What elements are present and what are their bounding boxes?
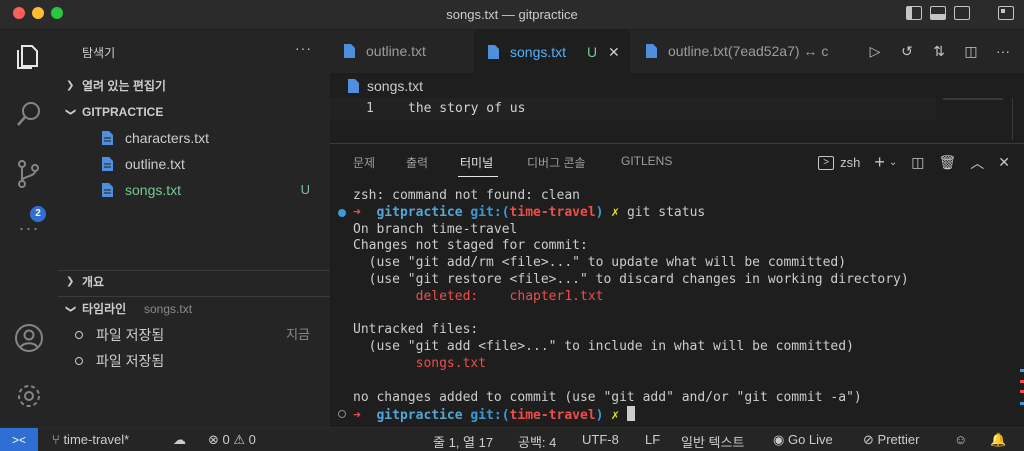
tab-debug-console[interactable]: 디버그 콘솔 <box>527 154 586 171</box>
search-icon[interactable] <box>13 98 45 130</box>
terminal-cursor <box>626 406 635 422</box>
timeline-dot-icon <box>75 331 83 339</box>
account-icon[interactable] <box>13 322 45 354</box>
prettier-icon: ⊘ <box>863 432 874 447</box>
more-actions-icon[interactable]: ··· <box>994 42 1012 60</box>
file-item-characters[interactable]: characters.txt <box>58 125 330 151</box>
title-bar: songs.txt — gitpractice <box>0 0 1024 30</box>
toggle-sidebar-icon[interactable] <box>906 6 922 20</box>
scrollbar-marker <box>1020 380 1024 383</box>
sync-icon[interactable]: ☁ <box>173 432 186 448</box>
shell-name[interactable]: zsh <box>840 155 860 170</box>
maximize-panel-icon[interactable]: ︿ <box>970 153 984 173</box>
more-actions-icon[interactable]: ··· <box>295 40 312 56</box>
go-live-button[interactable]: ◉ Go Live <box>773 432 833 448</box>
timeline-history-icon[interactable]: ↺ <box>898 42 916 60</box>
scrollbar-marker <box>1020 369 1024 372</box>
chevron-down-icon: ❯ <box>65 304 77 314</box>
file-icon <box>646 44 657 58</box>
command-decoration-icon[interactable] <box>338 209 346 217</box>
tab-output[interactable]: 출력 <box>406 154 428 171</box>
scrollbar-marker <box>1020 390 1024 393</box>
source-control-icon[interactable] <box>13 158 45 190</box>
tab-gitlens[interactable]: GITLENS <box>621 154 672 168</box>
close-panel-icon[interactable]: ✕ <box>998 154 1010 171</box>
editor-tabs: outline.txt songs.txt U ✕ outline.txt(7e… <box>330 30 1024 73</box>
timeline-entry[interactable]: 파일 저장됨 <box>58 349 330 373</box>
problems-status[interactable]: ⊗ 0 ⚠ 0 <box>208 432 256 448</box>
file-icon <box>348 79 359 93</box>
tab-outline[interactable]: outline.txt <box>330 30 470 73</box>
trash-icon[interactable]: 🗑 <box>938 154 956 171</box>
project-section[interactable]: ❯ GITPRACTICE <box>58 100 330 124</box>
untracked-status: U <box>300 182 310 197</box>
timeline-dot-icon <box>75 357 83 365</box>
feedback-icon[interactable]: ☺ <box>954 432 967 447</box>
prettier-button[interactable]: ⊘ Prettier <box>863 432 919 448</box>
timeline-entry[interactable]: 파일 저장됨 지금 <box>58 323 330 347</box>
prompt-line: ➜ gitpractice git:(time-travel) ✗ git st… <box>353 204 706 220</box>
file-icon <box>102 131 113 145</box>
line-number: 1 <box>366 101 374 116</box>
eol-status[interactable]: LF <box>645 432 660 447</box>
tab-outline-diff[interactable]: outline.txt(7ead52a7) ↔ c <box>632 30 862 73</box>
new-terminal-icon[interactable]: + <box>874 152 885 173</box>
timeline-section[interactable]: ❯ 타임라인 songs.txt <box>58 297 330 321</box>
bell-icon[interactable]: 🔔 <box>990 432 1006 448</box>
terminal-icon[interactable]: > <box>818 155 835 170</box>
encoding-status[interactable]: UTF-8 <box>582 432 619 447</box>
prompt-line: ➜ gitpractice git:(time-travel) ✗ <box>353 406 635 425</box>
file-item-outline[interactable]: outline.txt <box>58 151 330 177</box>
cursor-position[interactable]: 줄 1, 열 17 <box>433 432 493 451</box>
file-icon <box>102 183 113 197</box>
timeline-file: songs.txt <box>144 302 193 316</box>
more-icon[interactable]: ··· <box>13 218 45 250</box>
tab-problems[interactable]: 문제 <box>353 154 375 171</box>
explorer-title: 탐색기 <box>82 46 116 60</box>
run-icon[interactable]: ▷ <box>866 42 884 60</box>
breadcrumb[interactable]: songs.txt <box>348 78 423 94</box>
file-item-songs[interactable]: songs.txt U <box>58 177 330 203</box>
scrollbar-marker <box>1020 402 1024 405</box>
explorer-sidebar: 탐색기 ··· ❯ 열려 있는 편집기 ❯ GITPRACTICE charac… <box>58 30 330 427</box>
broadcast-icon: ◉ <box>773 432 785 447</box>
window-title: songs.txt — gitpractice <box>446 7 578 22</box>
outline-section[interactable]: ❯ 개요 <box>58 270 330 294</box>
chevron-right-icon: ❯ <box>66 80 75 91</box>
settings-icon[interactable] <box>13 380 45 412</box>
chevron-down-icon: ❯ <box>65 107 77 117</box>
branch-status[interactable]: ⑂ time-travel* <box>52 432 129 447</box>
toggle-secondary-sidebar-icon[interactable] <box>954 6 970 20</box>
tab-songs[interactable]: songs.txt U ✕ <box>474 30 630 73</box>
split-terminal-icon[interactable]: ◫ <box>911 154 924 171</box>
customize-layout-icon[interactable] <box>998 6 1014 20</box>
line-text: the story of us <box>408 101 526 116</box>
activity-bar: 2 ··· <box>0 30 58 427</box>
close-tab-icon[interactable]: ✕ <box>608 31 620 74</box>
remote-indicator[interactable]: >< <box>0 428 38 451</box>
minimap <box>943 98 1003 100</box>
language-mode[interactable]: 일반 텍스트 <box>681 432 744 451</box>
command-decoration-icon[interactable] <box>338 410 346 418</box>
compare-changes-icon[interactable]: ⇅ <box>930 42 948 60</box>
toggle-panel-icon[interactable] <box>930 6 946 20</box>
open-editors-section[interactable]: ❯ 열려 있는 편집기 <box>58 74 330 98</box>
code-line[interactable]: 1 the story of us <box>330 98 936 120</box>
file-icon <box>488 45 499 59</box>
status-bar: >< ⑂ time-travel* ☁ ⊗ 0 ⚠ 0 줄 1, 열 17 공백… <box>0 427 1024 451</box>
tab-terminal[interactable]: 터미널 <box>460 154 493 171</box>
split-editor-icon[interactable]: ◫ <box>962 42 980 60</box>
indentation-status[interactable]: 공백: 4 <box>518 432 556 451</box>
files-icon[interactable] <box>13 40 45 72</box>
chevron-right-icon: ❯ <box>66 276 75 287</box>
file-icon <box>344 44 355 58</box>
active-tab-indicator <box>458 176 498 177</box>
editor-scrollbar[interactable] <box>1012 98 1013 140</box>
chevron-down-icon[interactable]: ⌄ <box>889 157 897 168</box>
branch-icon: ⑂ <box>52 432 60 447</box>
terminal-panel: 문제 출력 터미널 디버그 콘솔 GITLENS > zsh + ⌄ ◫ 🗑 ︿… <box>330 143 1024 427</box>
file-icon <box>102 157 113 171</box>
